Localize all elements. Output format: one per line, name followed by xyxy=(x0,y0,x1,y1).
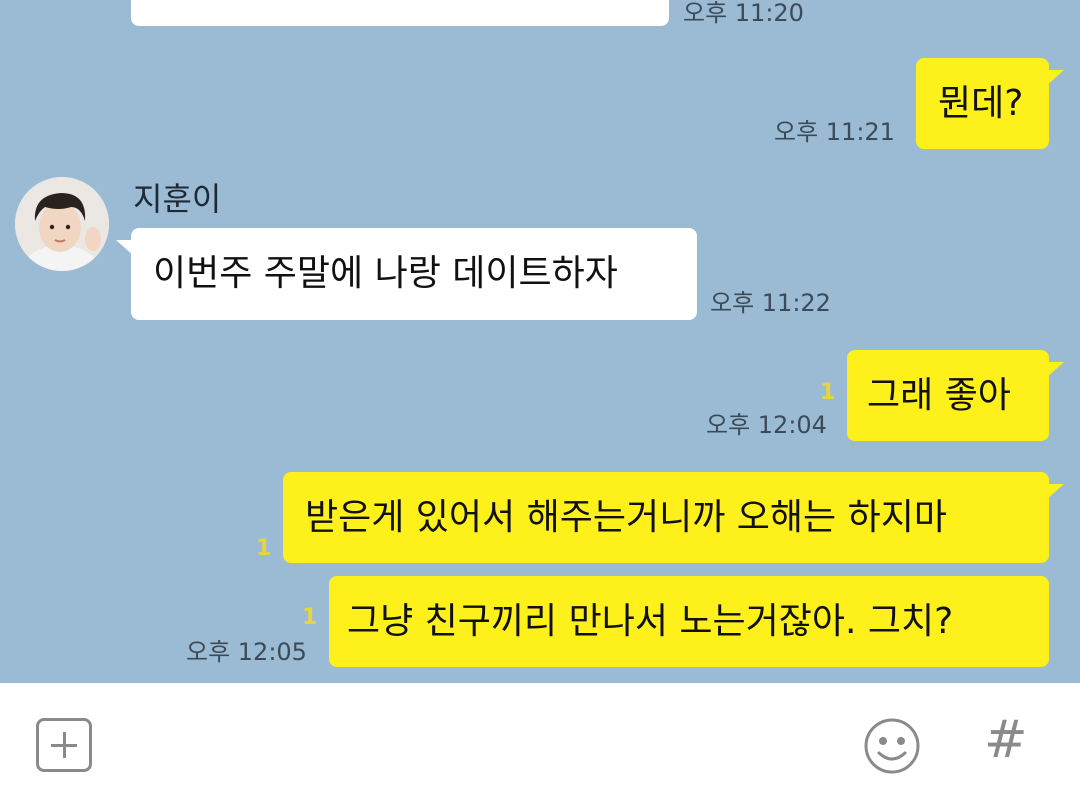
message-text: 그냥 친구끼리 만나서 노는거잖아. 그치? xyxy=(347,600,954,642)
message-bubble-incoming[interactable]: 이번주 주말에 나랑 데이트하자 xyxy=(131,228,697,320)
smiley-face-icon[interactable] xyxy=(862,716,922,776)
message-time: 오후 11:20 xyxy=(683,0,804,27)
message-bubble-outgoing[interactable]: 받은게 있어서 해주는거니까 오해는 하지마 xyxy=(283,472,1049,563)
message-text: 뭔데? xyxy=(938,82,1024,124)
message-time: 오후 12:05 xyxy=(186,638,307,666)
message-text: 받은게 있어서 해주는거니까 오해는 하지마 xyxy=(305,496,947,538)
hashtag-search-button[interactable]: # xyxy=(984,714,1028,766)
chat-area[interactable]: 오후 11:20 뭔데? 오후 11:21 지훈이 이번주 주말에 나랑 데이트… xyxy=(0,0,1080,683)
message-text: 그래 좋아 xyxy=(867,374,1011,416)
plus-square-icon[interactable] xyxy=(36,718,92,772)
message-time: 오후 12:04 xyxy=(706,411,827,439)
message-bubble-outgoing[interactable]: 뭔데? xyxy=(916,58,1049,149)
avatar[interactable] xyxy=(15,177,109,271)
message-time: 오후 11:21 xyxy=(774,118,895,146)
unread-count: 1 xyxy=(820,380,836,405)
message-bubble-incoming-partial[interactable] xyxy=(131,0,669,26)
unread-count: 1 xyxy=(256,536,272,561)
message-time: 오후 11:22 xyxy=(710,289,831,317)
message-bubble-outgoing[interactable]: 그래 좋아 xyxy=(847,350,1049,441)
avatar-photo xyxy=(15,177,109,271)
sender-name: 지훈이 xyxy=(133,180,222,218)
message-bubble-outgoing[interactable]: 그냥 친구끼리 만나서 노는거잖아. 그치? xyxy=(329,576,1049,667)
unread-count: 1 xyxy=(302,605,318,630)
message-text: 이번주 주말에 나랑 데이트하자 xyxy=(153,253,618,294)
